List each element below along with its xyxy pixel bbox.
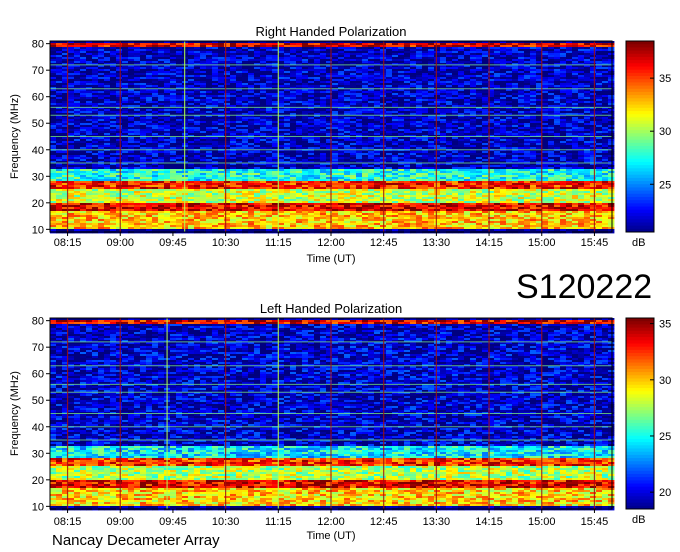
instrument-name: Nancay Decameter Array — [52, 532, 220, 549]
observation-code: S120222 — [516, 268, 652, 306]
figure-canvas: S120222 Nancay Decameter Array 102030405… — [9, 24, 671, 549]
spectrogram-figure: S120222 Nancay Decameter Array 10 20 30 40 5… — [0, 0, 680, 552]
spectrogram-panel-1: 102030405060708008:15 09:00 09:45 10:30 11:1… — [9, 24, 671, 265]
